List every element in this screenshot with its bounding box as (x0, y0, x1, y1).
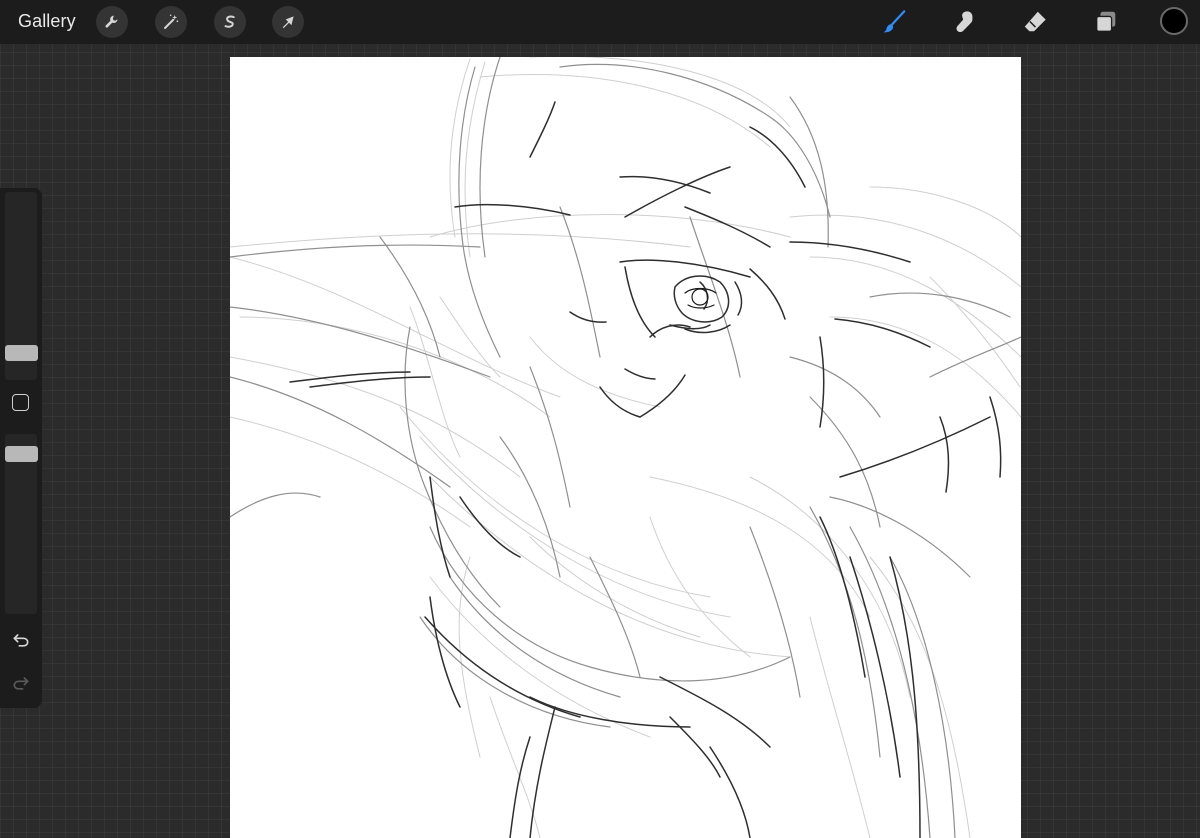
selection-s-icon (224, 15, 235, 28)
transform-button[interactable] (272, 6, 304, 38)
drawing-canvas[interactable] (230, 57, 1021, 838)
layers-icon (1096, 11, 1116, 32)
brush-size-slider-thumb[interactable] (5, 345, 38, 361)
sketch-artwork (230, 57, 1021, 838)
top-toolbar: Gallery (0, 0, 1200, 44)
gallery-button[interactable]: Gallery (18, 11, 76, 32)
wrench-icon (105, 15, 118, 28)
smudge-finger-icon (956, 11, 973, 33)
square-outline-icon[interactable] (12, 394, 29, 411)
layers-button[interactable] (1091, 7, 1121, 37)
procreate-app: Gallery (0, 0, 1200, 838)
eraser-tool-button[interactable] (1020, 7, 1050, 37)
undo-arrow-icon (13, 634, 29, 647)
brush-icon (883, 10, 906, 33)
adjustments-button[interactable] (155, 6, 187, 38)
selection-button[interactable] (214, 6, 246, 38)
smudge-tool-button[interactable] (950, 7, 980, 37)
eraser-icon (1024, 11, 1046, 32)
redo-arrow-icon (13, 677, 29, 690)
brush-tool-button[interactable] (879, 7, 909, 37)
actions-button[interactable] (96, 6, 128, 38)
color-picker-button[interactable] (1160, 7, 1188, 35)
left-sidebar (0, 188, 42, 708)
undo-button[interactable] (9, 628, 33, 652)
arrow-cursor-icon (282, 16, 294, 29)
opacity-slider-thumb[interactable] (5, 446, 38, 462)
redo-button[interactable] (9, 671, 33, 695)
magic-wand-icon (164, 14, 179, 29)
